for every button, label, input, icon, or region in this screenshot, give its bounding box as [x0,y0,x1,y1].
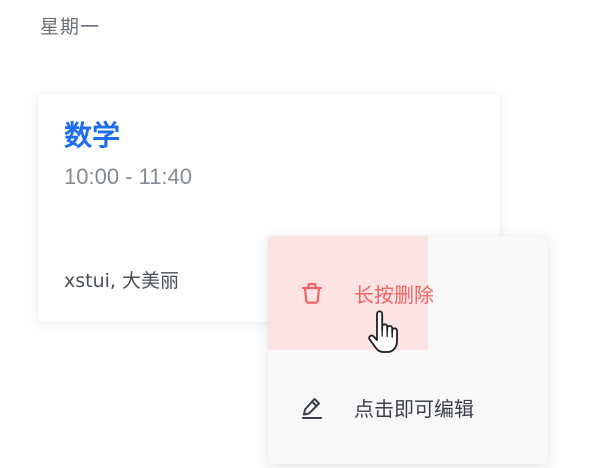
delete-label: 长按删除 [354,282,434,307]
schedule-page: 星期一 数学 10:00 - 11:40 xstui, 大美丽 长按删除 点击即… [0,0,600,468]
edit-menu-item[interactable]: 点击即可编辑 [268,350,548,464]
hand-cursor-icon [368,310,398,353]
course-time: 10:00 - 11:40 [64,164,193,189]
pencil-icon [298,393,326,421]
course-teachers: xstui, 大美丽 [64,270,179,292]
course-title: 数学 [64,119,121,152]
trash-icon [298,279,326,307]
delete-menu-item[interactable]: 长按删除 [268,236,548,350]
edit-label: 点击即可编辑 [354,396,474,421]
context-menu: 长按删除 点击即可编辑 [268,236,548,464]
day-label: 星期一 [40,16,101,38]
